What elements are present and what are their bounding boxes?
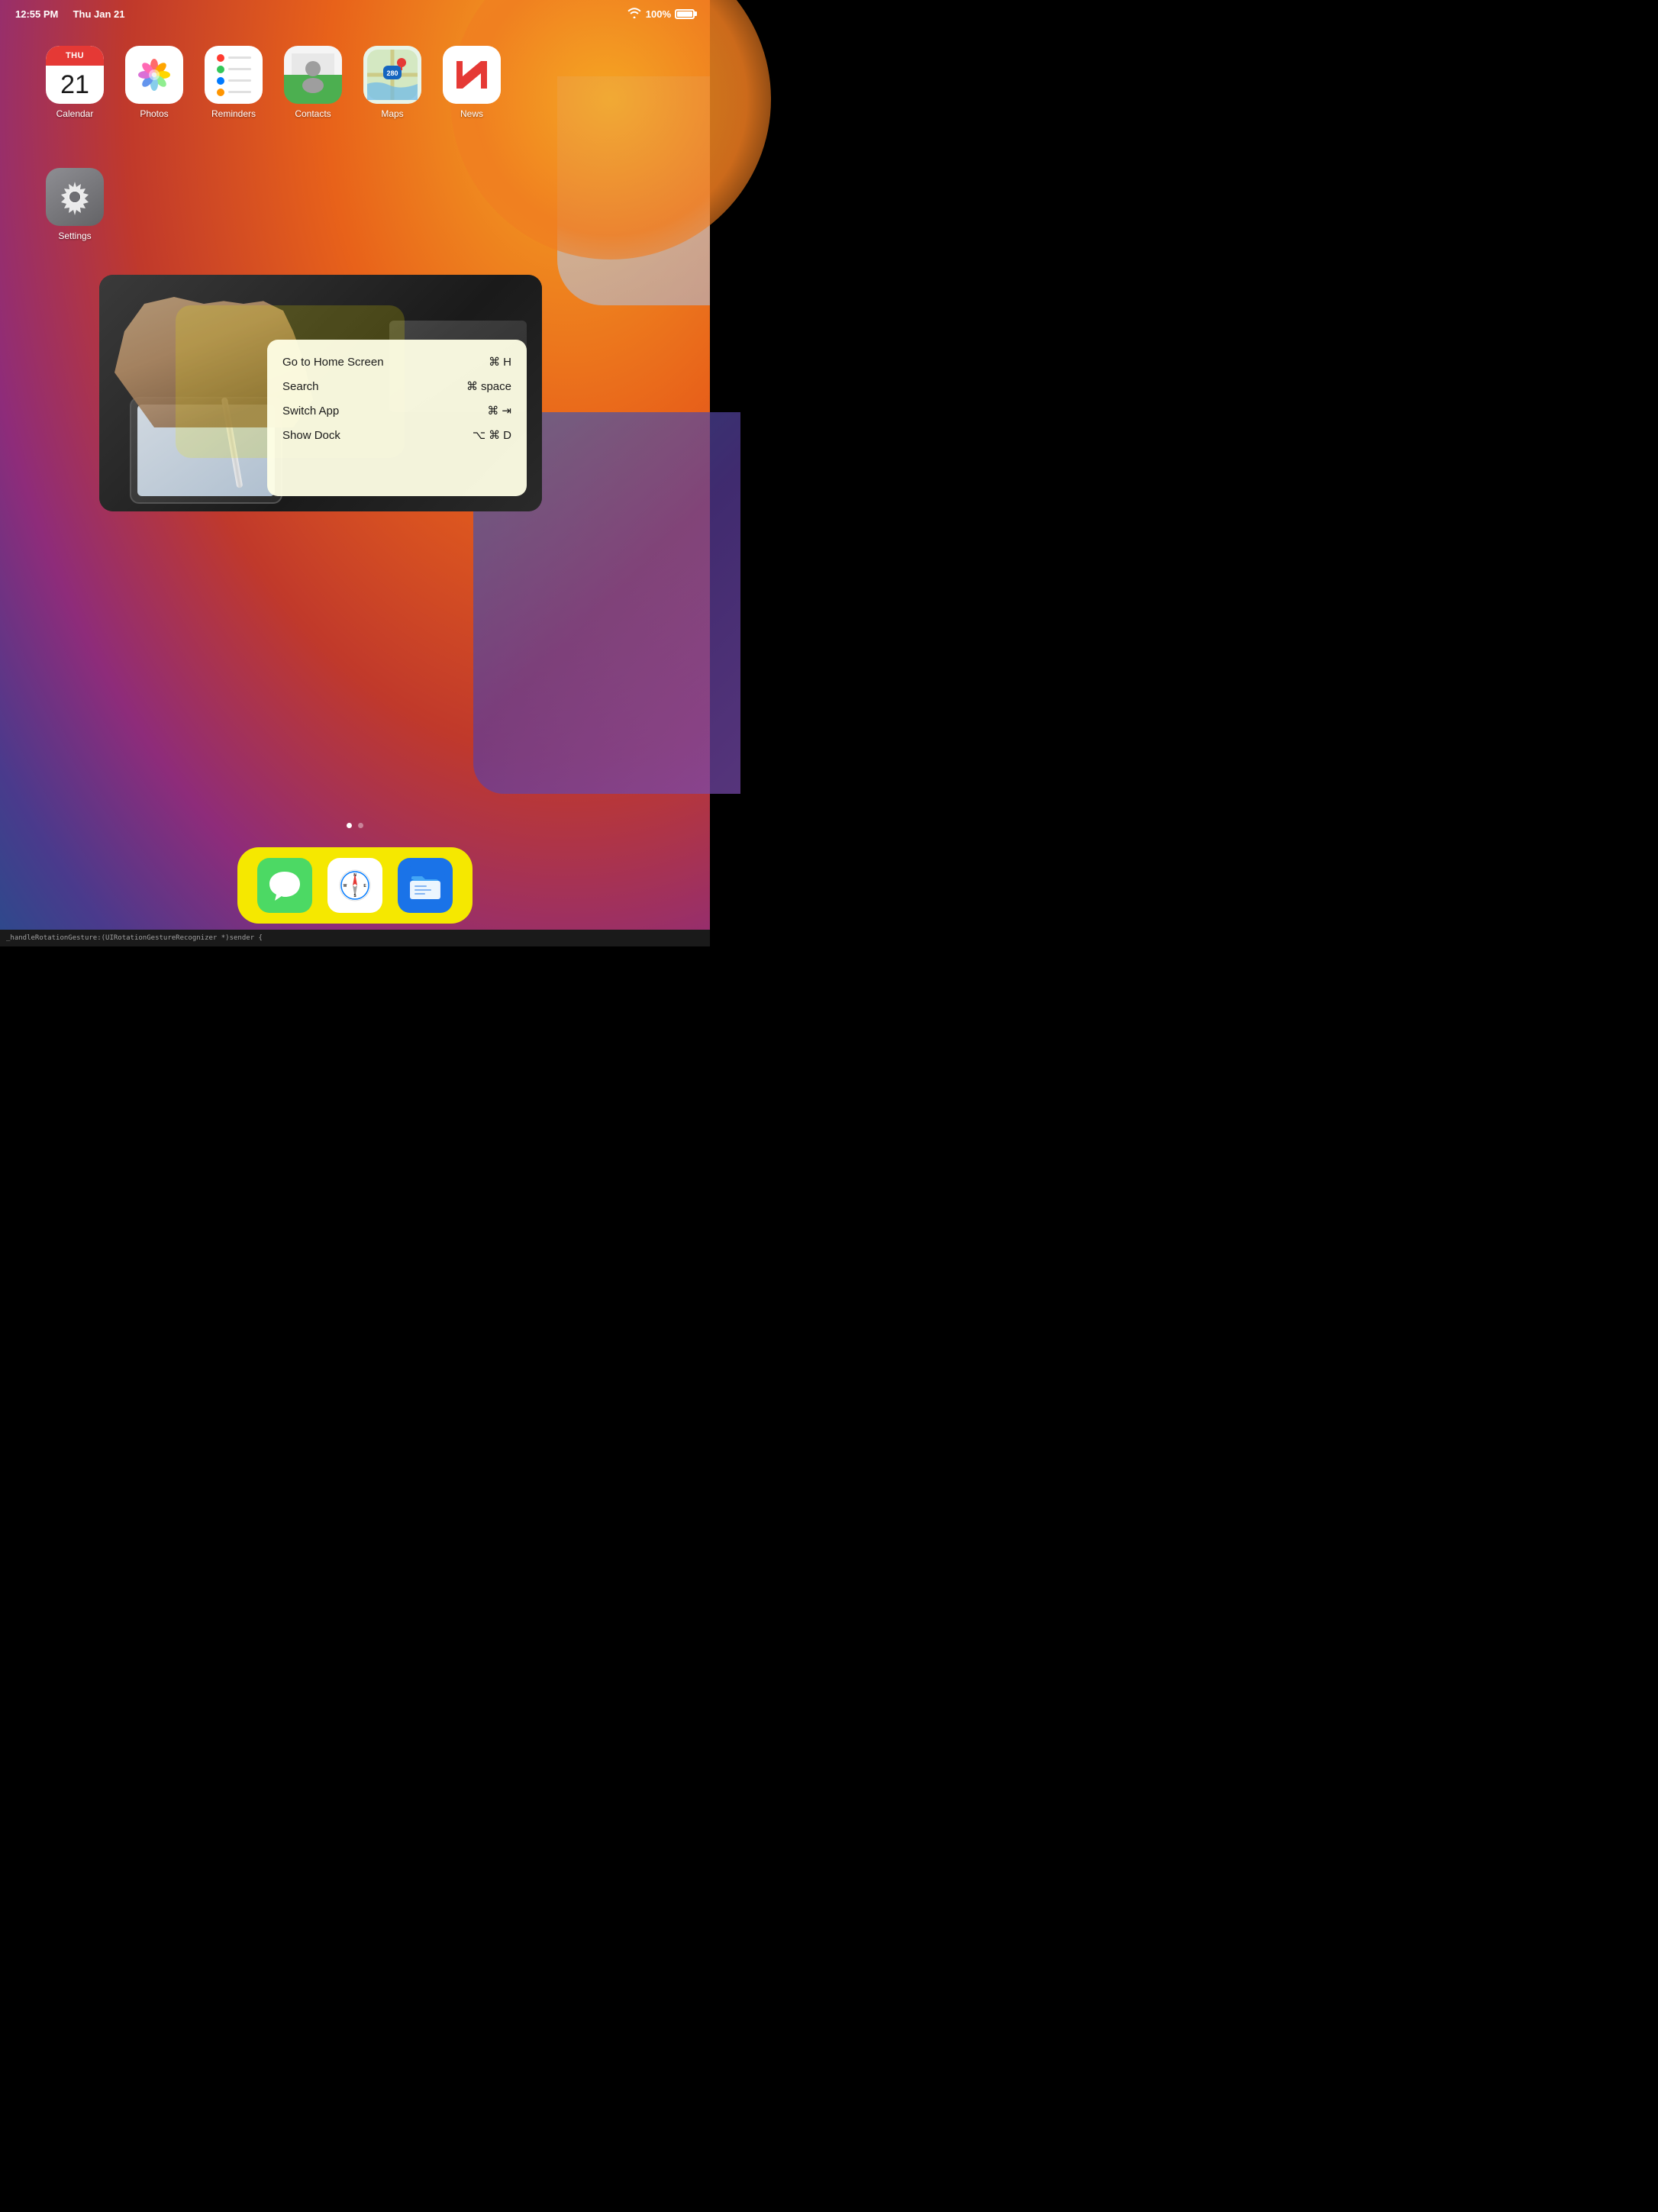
news-label: News — [460, 108, 483, 119]
wifi-icon — [627, 8, 641, 21]
app-contacts-container[interactable]: Contacts — [284, 46, 342, 119]
reminders-icon — [205, 46, 263, 104]
shortcut-keys-search: ⌘ space — [466, 379, 511, 393]
battery-percent: 100% — [646, 8, 671, 20]
page-indicators — [347, 823, 363, 828]
calendar-icon: THU 21 — [46, 46, 104, 104]
svg-text:N: N — [353, 873, 356, 878]
calendar-label: Calendar — [56, 108, 94, 119]
key-d-dock: D — [503, 429, 511, 442]
shortcut-row-dock: Show Dock ⌥ ⌘ D — [282, 425, 511, 445]
key-h: H — [503, 356, 511, 369]
shortcut-label-switch: Switch App — [282, 405, 339, 418]
app-maps-container[interactable]: 280 Maps — [363, 46, 421, 119]
battery-indicator: 100% — [646, 8, 695, 20]
shortcut-row-switch: Switch App ⌘ ⇥ — [282, 401, 511, 421]
app-grid-row2: Settings — [46, 168, 104, 241]
shortcut-keys-switch: ⌘ ⇥ — [487, 404, 511, 418]
key-cmd-search: ⌘ — [466, 379, 478, 393]
shortcut-label-search: Search — [282, 380, 319, 393]
status-left: 12:55 PM Thu Jan 21 — [15, 8, 125, 20]
dock-files-icon[interactable] — [398, 858, 453, 913]
app-settings-container[interactable]: Settings — [46, 168, 104, 241]
shortcut-keys-home: ⌘ H — [489, 355, 511, 369]
reminders-label: Reminders — [211, 108, 256, 119]
settings-icon — [46, 168, 104, 226]
app-calendar-container[interactable]: THU 21 Calendar — [46, 46, 104, 119]
svg-text:W: W — [344, 884, 347, 888]
key-tab: ⇥ — [502, 404, 511, 418]
maps-label: Maps — [381, 108, 403, 119]
calendar-day-label: THU — [46, 46, 104, 66]
shortcut-overlay: Go to Home Screen ⌘ H Search ⌘ space Swi… — [99, 275, 542, 511]
key-cmd-dock: ⌘ — [489, 428, 500, 442]
status-date: Thu Jan 21 — [73, 8, 125, 20]
settings-label: Settings — [58, 231, 91, 241]
contacts-label: Contacts — [295, 108, 331, 119]
svg-text:280: 280 — [386, 69, 398, 77]
shortcut-label-home: Go to Home Screen — [282, 356, 384, 369]
contacts-icon — [284, 46, 342, 104]
status-bar: 12:55 PM Thu Jan 21 100% — [0, 0, 710, 27]
key-cmd-home: ⌘ — [489, 355, 500, 369]
reminders-inner — [211, 48, 257, 102]
news-icon — [443, 46, 501, 104]
key-space: space — [481, 380, 511, 393]
debug-text: _handleRotationGesture:(UIRotationGestur… — [6, 934, 263, 942]
photos-icon — [125, 46, 183, 104]
dock-safari-icon[interactable]: N S W E — [327, 858, 382, 913]
page-dot-1 — [347, 823, 352, 828]
shortcut-keys-dock: ⌥ ⌘ D — [473, 428, 511, 442]
shortcut-card: Go to Home Screen ⌘ H Search ⌘ space Swi… — [267, 340, 527, 496]
dock-messages-icon[interactable] — [257, 858, 312, 913]
status-time: 12:55 PM — [15, 8, 58, 20]
shortcut-label-dock: Show Dock — [282, 429, 340, 442]
battery-icon — [675, 9, 695, 19]
key-cmd-switch: ⌘ — [487, 404, 498, 418]
photos-label: Photos — [140, 108, 168, 119]
maps-icon: 280 — [363, 46, 421, 104]
status-right: 100% — [627, 8, 695, 21]
app-grid-row1: THU 21 Calendar Photos — [46, 46, 501, 119]
debug-bar: _handleRotationGesture:(UIRotationGestur… — [0, 930, 710, 946]
app-photos-container[interactable]: Photos — [125, 46, 183, 119]
key-opt-dock: ⌥ — [473, 428, 485, 442]
shortcut-row-search: Search ⌘ space — [282, 376, 511, 396]
app-reminders-container[interactable]: Reminders — [205, 46, 263, 119]
app-news-container[interactable]: News — [443, 46, 501, 119]
page-dot-2 — [358, 823, 363, 828]
shortcut-row-home: Go to Home Screen ⌘ H — [282, 352, 511, 372]
calendar-day-number: 21 — [60, 66, 89, 104]
dock: N S W E — [237, 847, 473, 924]
